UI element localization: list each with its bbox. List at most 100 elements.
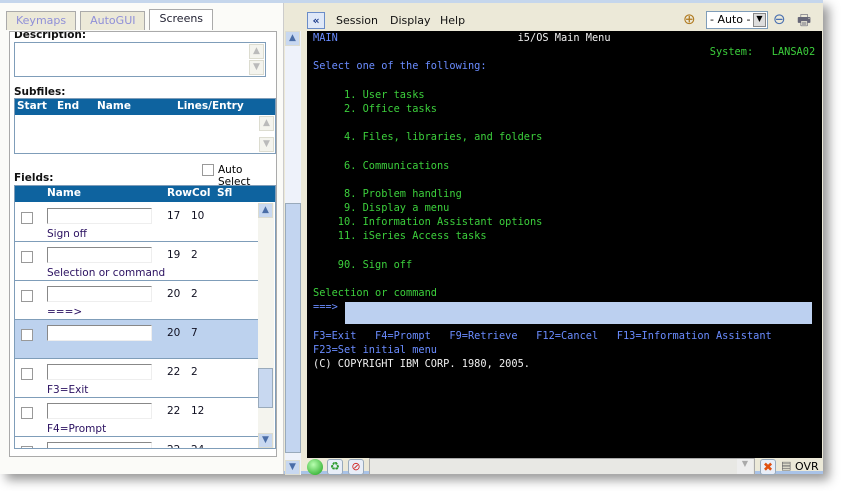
terminal-line: 4. Files, libraries, and folders [313, 131, 542, 143]
field-name-input[interactable] [47, 364, 152, 380]
column-start: Start [17, 100, 47, 112]
menu-bar: « Session Display Help ⊕ - Auto - ▼ ⊖ 🖶 [303, 9, 823, 31]
tab-screens[interactable]: Screens [149, 9, 214, 30]
auto-select-checkbox[interactable] [202, 164, 214, 176]
field-row[interactable]: 22 24 F9=Retrieve [15, 437, 258, 448]
field-name-input[interactable] [47, 442, 152, 448]
field-row-number: 22 [167, 405, 181, 417]
terminal-line: System: LANSA02 [313, 46, 815, 58]
left-panel: Keymaps AutoGUI Screens Description: ▲ ▼… [0, 3, 284, 474]
field-checkbox[interactable] [21, 290, 33, 302]
scroll-up-icon[interactable]: ▲ [258, 203, 273, 218]
fields-label: Fields: [14, 172, 54, 184]
field-row-number: 20 [167, 327, 181, 339]
column-sfl: Sfl [217, 187, 233, 199]
column-name: Name [97, 100, 131, 112]
field-checkbox[interactable] [21, 212, 33, 224]
field-col-number: 2 [191, 366, 198, 378]
field-col-number: 12 [191, 405, 205, 417]
zoom-select[interactable]: - Auto - ▼ [706, 11, 768, 29]
terminal-text: 11. iSeries Access tasks [313, 230, 487, 243]
field-checkbox[interactable] [21, 368, 33, 380]
field-checkbox[interactable] [21, 251, 33, 263]
zoom-out-icon[interactable]: ⊖ [773, 10, 786, 28]
field-col-number: 2 [191, 249, 198, 261]
description-label: Description: [14, 31, 87, 41]
field-row[interactable]: 20 2 ===> [15, 281, 258, 320]
terminal-line: MAIN i5/OS Main Menu [313, 32, 611, 44]
field-name-input[interactable] [47, 247, 152, 263]
scroll-thumb[interactable] [285, 203, 301, 453]
scroll-down-icon[interactable]: ▼ [258, 433, 273, 448]
menu-session[interactable]: Session [336, 14, 378, 27]
terminal-text: 1. User tasks [313, 88, 425, 101]
field-checkbox[interactable] [21, 407, 33, 419]
field-col-number: 10 [191, 210, 205, 222]
terminal-text: 10. Information Assistant options [313, 216, 543, 229]
terminal-text: System: LANSA02 [313, 46, 816, 59]
scroll-down-icon[interactable]: ▼ [285, 460, 300, 475]
terminal-text: 2. Office tasks [313, 102, 437, 115]
field-col-number: 2 [191, 288, 198, 300]
field-row-number: 20 [167, 288, 181, 300]
emulator-pane: « Session Display Help ⊕ - Auto - ▼ ⊖ 🖶 M… [303, 3, 823, 475]
stop-icon[interactable]: ⊘ [348, 459, 364, 475]
menu-display[interactable]: Display [390, 14, 431, 27]
terminal-text: 8. Problem handling [313, 187, 462, 200]
field-row[interactable]: 22 2 F3=Exit [15, 359, 258, 398]
column-name: Name [47, 187, 81, 199]
terminal-line: 2. Office tasks [313, 103, 437, 115]
field-row[interactable]: 20 7 [15, 320, 258, 359]
tab-keymaps[interactable]: Keymaps [6, 11, 77, 30]
terminal-text: MAIN [313, 32, 338, 44]
command-input[interactable] [345, 302, 812, 324]
scroll-up-icon[interactable]: ▲ [285, 31, 300, 46]
description-textarea[interactable]: ▲ ▼ [14, 42, 266, 77]
column-col: Col [192, 187, 211, 199]
column-end: End [57, 100, 80, 112]
scroll-thumb[interactable] [258, 368, 273, 408]
terminal-line: 6. Communications [313, 160, 449, 172]
field-col-number: 7 [191, 327, 198, 339]
chevron-down-icon[interactable]: ▼ [753, 13, 766, 27]
tab-bar: Keymaps AutoGUI Screens [6, 9, 214, 30]
scroll-down-icon[interactable]: ▼ [259, 137, 274, 152]
scroll-up-icon[interactable]: ▲ [259, 116, 274, 131]
fields-scrollbar[interactable]: ▲ ▼ [258, 203, 274, 448]
field-name-input[interactable] [47, 286, 152, 302]
subfiles-label: Subfiles: [14, 86, 66, 98]
terminal-screen[interactable]: MAIN i5/OS Main Menu System: LANSA02 Sele… [307, 31, 822, 458]
close-icon[interactable]: ✖ [760, 459, 776, 475]
field-row[interactable]: 17 10 Sign off [15, 203, 258, 242]
zoom-in-icon[interactable]: ⊕ [683, 10, 696, 28]
terminal-text: Select one of the following: [313, 60, 487, 73]
field-name-input[interactable] [47, 325, 152, 341]
chevron-down-icon[interactable]: ▼ [737, 459, 753, 474]
column-row: Row [167, 187, 192, 199]
tab-autogui[interactable]: AutoGUI [80, 11, 146, 30]
field-checkbox[interactable] [21, 329, 33, 341]
status-message [369, 458, 755, 475]
field-label: F3=Exit [47, 384, 89, 396]
subfiles-table: Start End Name Lines/Entry ▲ ▼ [14, 98, 276, 154]
terminal-line: 90. Sign off [313, 259, 412, 271]
terminal-line: 1. User tasks [313, 89, 425, 101]
terminal-text: 4. Files, libraries, and folders [313, 131, 543, 144]
field-name-input[interactable] [47, 208, 152, 224]
keyboard-icon: ▤ [781, 459, 792, 472]
terminal-line: Selection or command [313, 287, 437, 299]
field-label: F4=Prompt [47, 423, 107, 435]
scroll-down-icon[interactable]: ▼ [249, 60, 264, 75]
scroll-up-icon[interactable]: ▲ [249, 44, 264, 59]
terminal-line: 11. iSeries Access tasks [313, 230, 487, 242]
terminal-text: i5/OS Main Menu [337, 32, 611, 44]
panel-scrollbar[interactable]: ▲ ▼ [285, 31, 301, 475]
field-name-input[interactable] [47, 403, 152, 419]
field-row[interactable]: 19 2 Selection or command [15, 242, 258, 281]
collapse-icon[interactable]: « [307, 12, 325, 29]
field-row[interactable]: 22 12 F4=Prompt [15, 398, 258, 437]
menu-help[interactable]: Help [440, 14, 465, 27]
field-checkbox[interactable] [21, 446, 33, 448]
refresh-icon[interactable]: ♻ [327, 459, 343, 475]
field-label: ===> [47, 306, 83, 318]
